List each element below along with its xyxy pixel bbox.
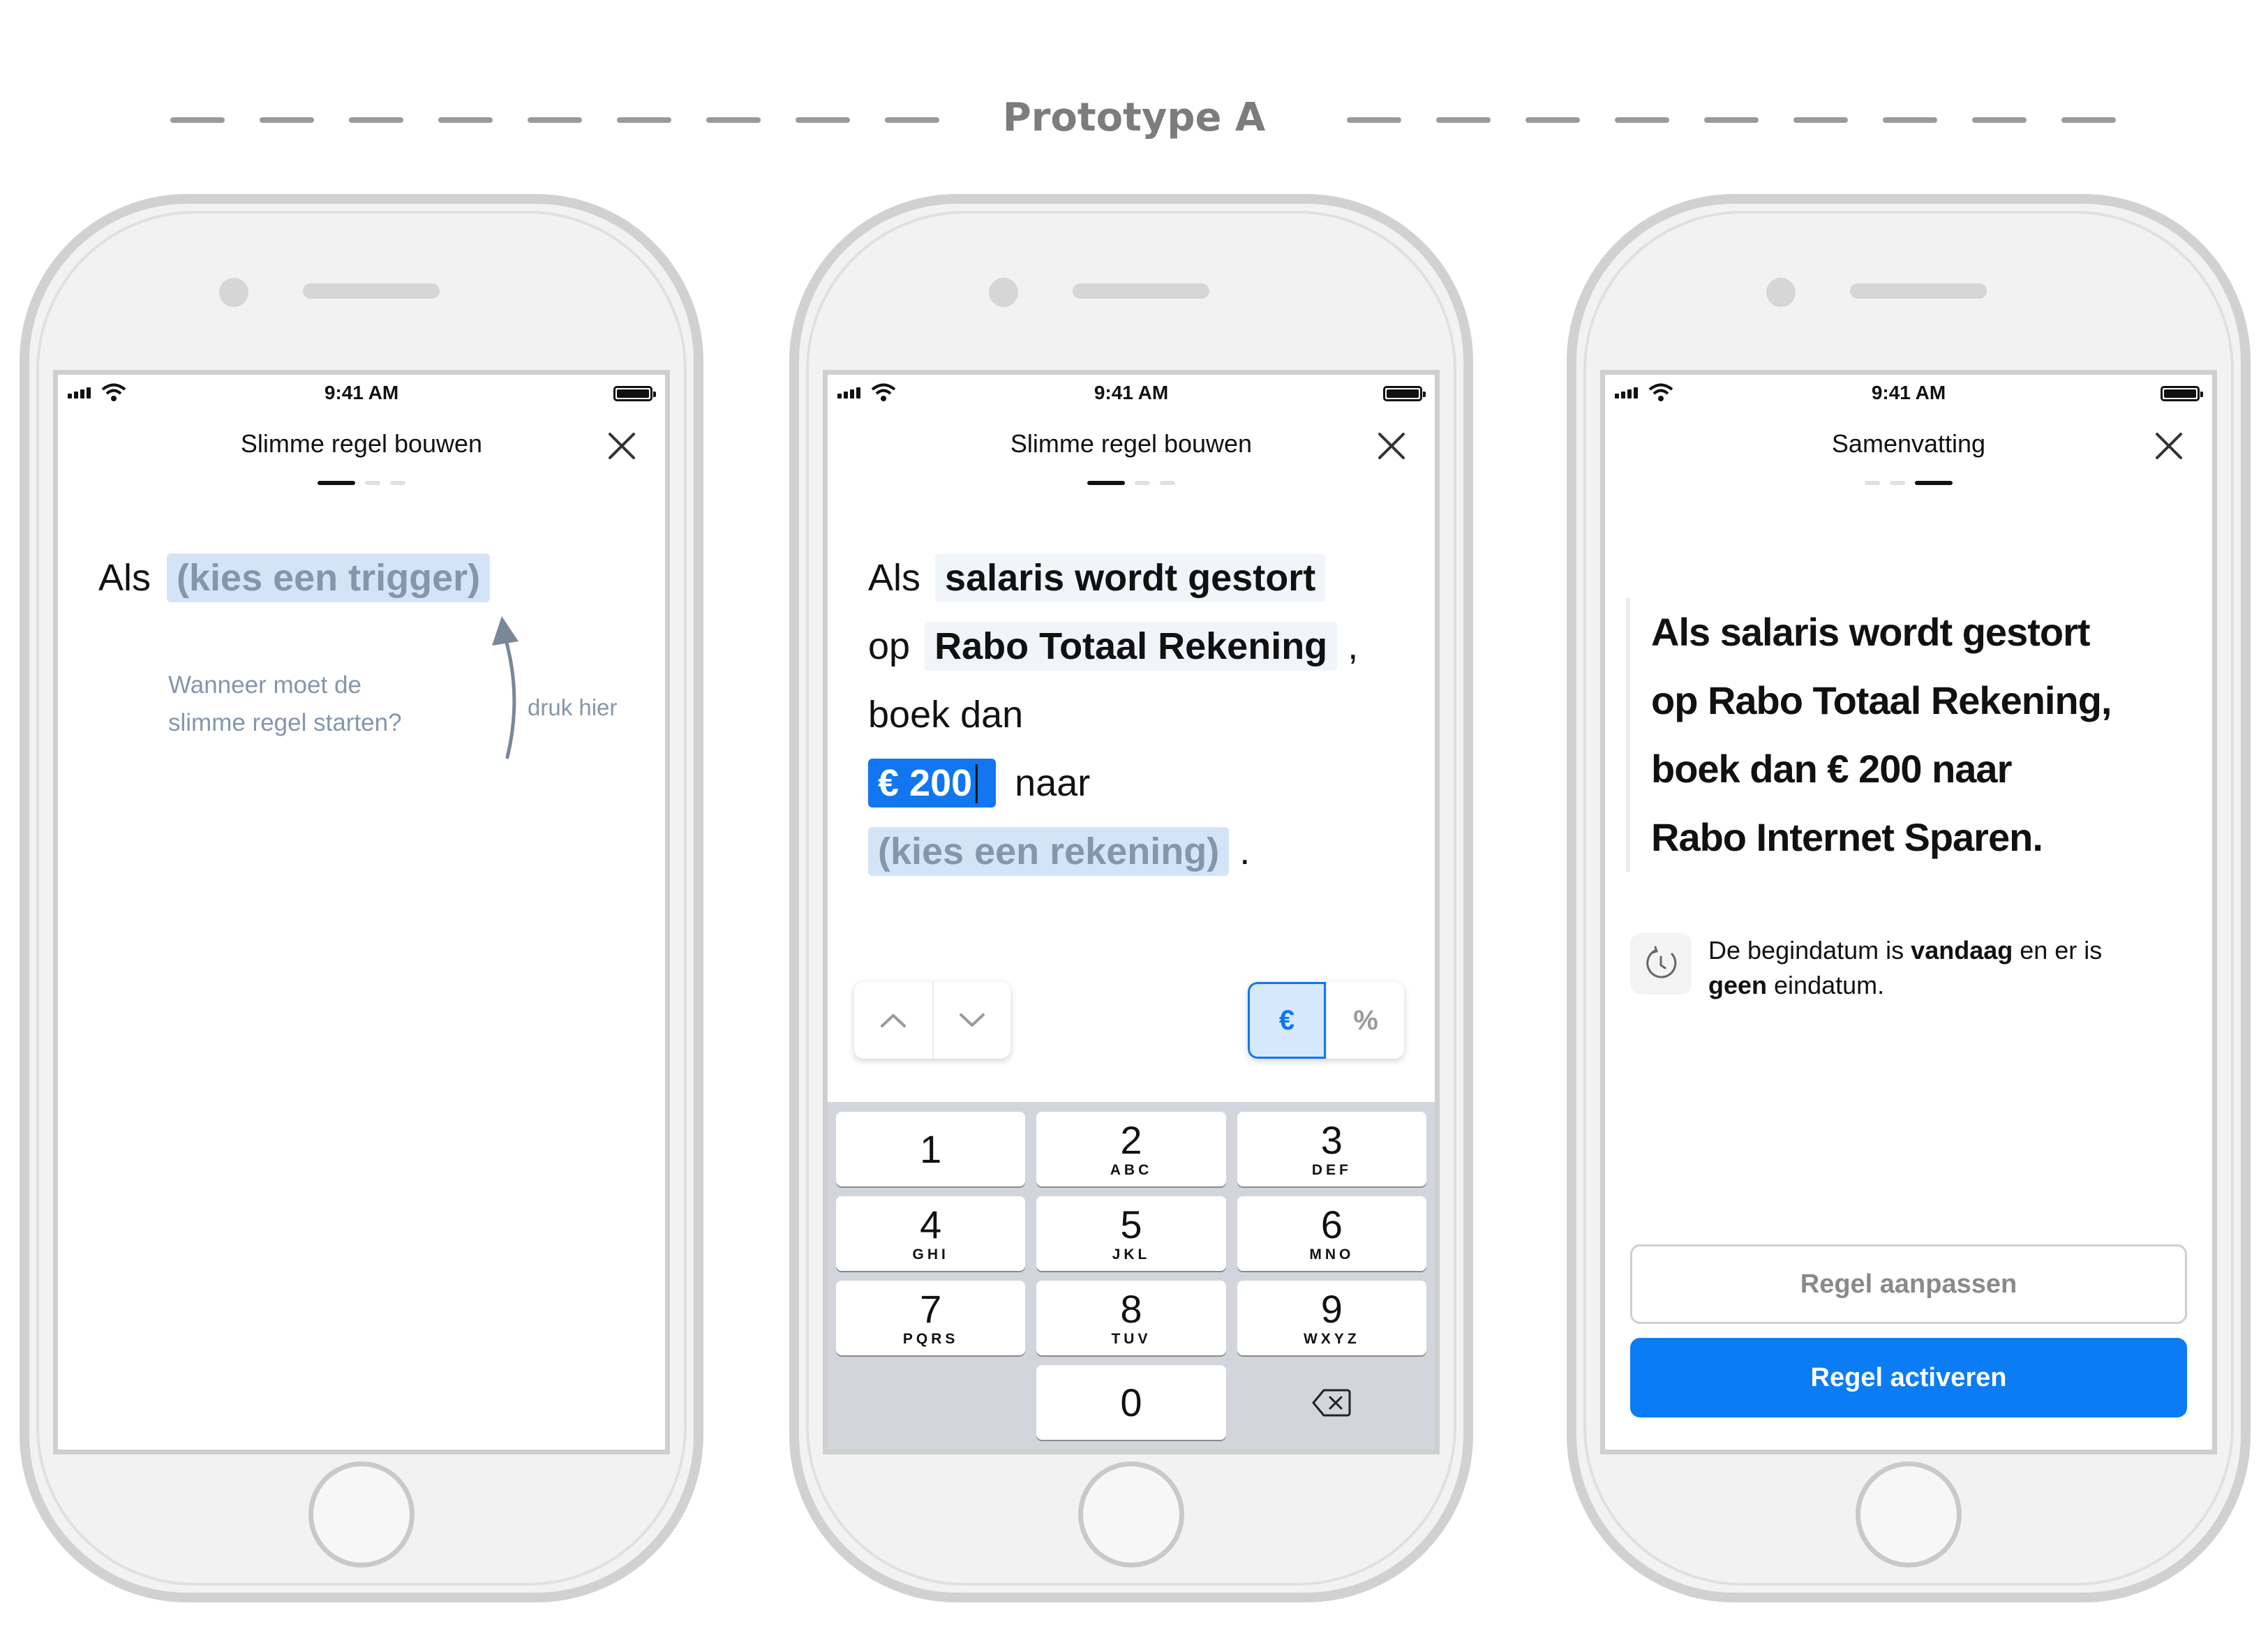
tap-hint: druk hier [528, 694, 618, 720]
status-bar: 9:41 AM [58, 375, 665, 410]
rule-word-naar: naar [1015, 762, 1091, 804]
status-time: 9:41 AM [1871, 382, 1946, 403]
target-account-chip[interactable]: (kies een rekening) [868, 827, 1230, 876]
close-icon[interactable] [2154, 431, 2184, 461]
home-button[interactable] [1856, 1461, 1962, 1568]
nav-title: Slimme regel bouwen [1010, 429, 1253, 458]
arrow-up-icon [492, 616, 518, 759]
phone-1: 9:41 AM Slimme regel bouwen Als (kies ee… [20, 194, 703, 1602]
camera [989, 278, 1018, 307]
battery-icon [1383, 386, 1426, 401]
status-time: 9:41 AM [1094, 382, 1169, 403]
summary-line-1: Als salaris wordt gestort [1651, 610, 2091, 654]
battery-icon [613, 386, 656, 401]
step-down-button[interactable] [932, 982, 1010, 1059]
key-empty [836, 1365, 1025, 1440]
key-2[interactable]: 2 ABC [1036, 1112, 1226, 1186]
summary-line-3: boek dan € 200 naar [1651, 747, 2012, 791]
step-up-button[interactable] [854, 982, 932, 1059]
speaker [1073, 283, 1209, 299]
account-chip[interactable]: Rabo Totaal Rekening [925, 622, 1338, 671]
screen-amount: 9:41 AM Slimme regel bouwen Als salaris … [823, 370, 1440, 1454]
rule-summary: Als salaris wordt gestort op Rabo Totaal… [1626, 598, 2112, 872]
home-button[interactable] [1078, 1461, 1184, 1568]
key-1[interactable]: 1 [836, 1112, 1026, 1186]
nav-title: Slimme regel bouwen [240, 429, 483, 458]
phone-3: 9:41 AM Samenvatting Als salaris wordt g… [1567, 194, 2251, 1602]
key-3[interactable]: 3 DEF [1237, 1112, 1426, 1186]
key-6[interactable]: 6 MNO [1237, 1196, 1426, 1271]
screen-summary: 9:41 AM Samenvatting Als salaris wordt g… [1600, 370, 2217, 1454]
rule-word-als: Als [98, 557, 151, 599]
phone-2: 9:41 AM Slimme regel bouwen Als salaris … [789, 194, 1473, 1602]
chevron-down-icon [960, 1013, 985, 1027]
prototype-title: Prototype A [1002, 95, 1266, 140]
key-9[interactable]: 9 WXYZ [1237, 1281, 1426, 1355]
step-indicator [1605, 481, 2212, 485]
screen-trigger: 9:41 AM Slimme regel bouwen Als (kies ee… [53, 370, 670, 1454]
close-icon[interactable] [606, 431, 637, 461]
rule-period: . [1239, 831, 1251, 872]
percent-toggle[interactable]: % [1326, 982, 1404, 1059]
currency-toggle[interactable]: € [1248, 982, 1326, 1059]
date-info: De begindatum is vandaag en er is geen ei… [1630, 933, 2141, 1003]
summary-line-2: op Rabo Totaal Rekening, [1651, 678, 2112, 722]
trigger-chip[interactable]: salaris wordt gestort [935, 553, 1326, 602]
key-0[interactable]: 0 [1036, 1365, 1226, 1440]
trigger-chip[interactable]: (kies een trigger) [167, 553, 491, 602]
status-bar: 9:41 AM [828, 375, 1435, 410]
date-info-text: De begindatum is vandaag en er is geen ei… [1708, 936, 2103, 999]
rule-sentence: Als (kies een trigger) [98, 544, 491, 612]
step-indicator [58, 481, 665, 485]
speaker [1850, 283, 1987, 299]
battery-icon [2161, 386, 2203, 401]
camera [1766, 278, 1796, 307]
camera [219, 278, 248, 307]
header-dashes-left [170, 117, 939, 123]
rule-sentence: Als salaris wordt gestort op Rabo Totaal… [868, 544, 1358, 886]
key-7[interactable]: 7 PQRS [836, 1281, 1026, 1355]
rule-word-op: op [868, 625, 911, 667]
key-delete[interactable] [1237, 1365, 1426, 1440]
status-time: 9:41 AM [324, 382, 399, 403]
stepper-control [854, 982, 1010, 1059]
header-dashes-right [1347, 117, 2116, 123]
key-4[interactable]: 4 GHI [836, 1196, 1026, 1271]
key-5[interactable]: 5 JKL [1036, 1196, 1226, 1271]
key-8[interactable]: 8 TUV [1036, 1281, 1226, 1355]
status-bar: 9:41 AM [1605, 375, 2212, 410]
unit-toggle: € % [1248, 982, 1404, 1059]
home-button[interactable] [308, 1461, 415, 1568]
edit-rule-button[interactable]: Regel aanpassen [1630, 1244, 2187, 1324]
hint-line-2: slimme regel starten? [168, 709, 402, 736]
rule-word-als: Als [868, 557, 921, 599]
backspace-icon [1312, 1389, 1351, 1416]
activate-rule-button[interactable]: Regel activeren [1630, 1338, 2187, 1417]
clock-icon [1630, 933, 1692, 995]
nav-title: Samenvatting [1831, 429, 1986, 458]
amount-chip[interactable]: € 200 [868, 759, 997, 807]
summary-line-4: Rabo Internet Sparen. [1651, 815, 2043, 859]
hint-line-1: Wanneer moet de [168, 671, 361, 699]
numeric-keypad: 1 2 ABC 3 DEF 4 GHI 5 JKL 6 MNO 7 PQRS 8 TUV 9W… [828, 1102, 1435, 1450]
rule-word-boek-dan: boek dan [868, 694, 1024, 736]
speaker [303, 283, 440, 299]
rule-comma: , [1348, 625, 1359, 667]
step-indicator [828, 481, 1435, 485]
close-icon[interactable] [1376, 431, 1407, 461]
chevron-up-icon [881, 1014, 906, 1027]
hint-text: Wanneer moet de slimme regel starten? [168, 667, 402, 742]
